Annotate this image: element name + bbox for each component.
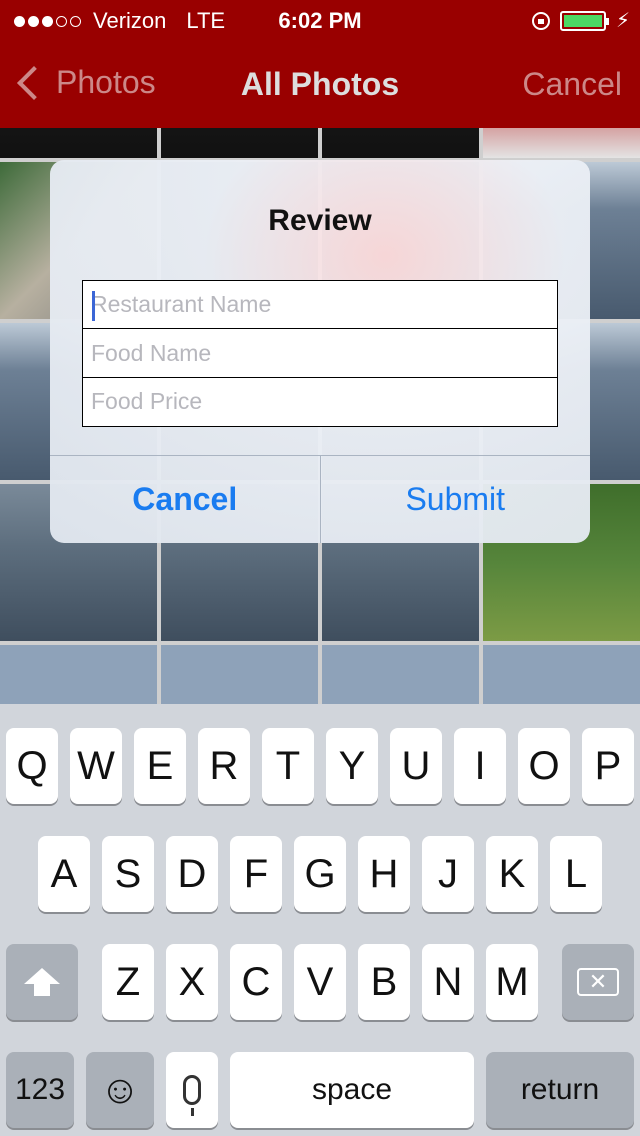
- key-w[interactable]: W: [70, 728, 122, 804]
- cancel-nav-button[interactable]: Cancel: [522, 66, 622, 103]
- battery-icon: [559, 10, 609, 31]
- top-bar: Verizon LTE 6:02 PM ⚡ Photos All Photos …: [0, 0, 640, 128]
- key-s[interactable]: S: [102, 836, 154, 912]
- dialog-fields: [82, 279, 558, 427]
- key-j[interactable]: J: [422, 836, 474, 912]
- key-h[interactable]: H: [358, 836, 410, 912]
- key-g[interactable]: G: [294, 836, 346, 912]
- food-price-input[interactable]: [83, 377, 557, 426]
- backspace-key[interactable]: ✕: [562, 944, 634, 1020]
- emoji-key[interactable]: ☺: [86, 1052, 154, 1128]
- key-f[interactable]: F: [230, 836, 282, 912]
- key-i[interactable]: I: [454, 728, 506, 804]
- cancel-button[interactable]: Cancel: [50, 456, 321, 543]
- key-c[interactable]: C: [230, 944, 282, 1020]
- backspace-icon: ✕: [577, 968, 619, 996]
- photo-thumbnail[interactable]: [0, 645, 157, 704]
- shift-arrow-icon: [24, 968, 60, 996]
- dictation-key[interactable]: [166, 1052, 218, 1128]
- key-b[interactable]: B: [358, 944, 410, 1020]
- status-bar: Verizon LTE 6:02 PM ⚡: [0, 0, 640, 40]
- key-r[interactable]: R: [198, 728, 250, 804]
- key-e[interactable]: E: [134, 728, 186, 804]
- shift-key[interactable]: [6, 944, 78, 1020]
- key-m[interactable]: M: [486, 944, 538, 1020]
- key-p[interactable]: P: [582, 728, 634, 804]
- key-z[interactable]: Z: [102, 944, 154, 1020]
- photo-thumbnail[interactable]: [322, 645, 479, 704]
- text-cursor: [92, 290, 95, 321]
- key-y[interactable]: Y: [326, 728, 378, 804]
- submit-button[interactable]: Submit: [321, 456, 591, 543]
- photo-thumbnail[interactable]: [483, 128, 640, 158]
- photo-thumbnail[interactable]: [0, 128, 157, 158]
- food-name-field[interactable]: [82, 328, 558, 378]
- food-price-field[interactable]: [82, 376, 558, 427]
- charging-icon: ⚡: [615, 10, 630, 32]
- food-name-input[interactable]: [83, 329, 557, 377]
- review-dialog: Review Cancel Submit: [50, 160, 590, 543]
- key-d[interactable]: D: [166, 836, 218, 912]
- restaurant-name-input[interactable]: [83, 280, 557, 329]
- keyboard: Q W E R T Y U I O P A S D F G H J K L Z …: [0, 704, 640, 1136]
- return-key[interactable]: return: [486, 1052, 634, 1128]
- numbers-key[interactable]: 123: [6, 1052, 74, 1128]
- key-l[interactable]: L: [550, 836, 602, 912]
- navigation-bar: Photos All Photos Cancel: [0, 40, 640, 128]
- photo-thumbnail[interactable]: [161, 645, 318, 704]
- dialog-actions: Cancel Submit: [50, 455, 590, 543]
- key-x[interactable]: X: [166, 944, 218, 1020]
- key-t[interactable]: T: [262, 728, 314, 804]
- space-key[interactable]: space: [230, 1052, 474, 1128]
- key-k[interactable]: K: [486, 836, 538, 912]
- photo-thumbnail[interactable]: [322, 128, 479, 158]
- dialog-title: Review: [268, 204, 372, 237]
- key-a[interactable]: A: [38, 836, 90, 912]
- key-u[interactable]: U: [390, 728, 442, 804]
- key-o[interactable]: O: [518, 728, 570, 804]
- key-q[interactable]: Q: [6, 728, 58, 804]
- emoji-icon: ☺: [99, 1067, 141, 1112]
- microphone-icon: [183, 1075, 201, 1116]
- key-v[interactable]: V: [294, 944, 346, 1020]
- photo-thumbnail[interactable]: [161, 128, 318, 158]
- photo-thumbnail[interactable]: [483, 645, 640, 704]
- restaurant-name-field[interactable]: [82, 279, 558, 330]
- key-n[interactable]: N: [422, 944, 474, 1020]
- orientation-lock-icon: [531, 11, 550, 30]
